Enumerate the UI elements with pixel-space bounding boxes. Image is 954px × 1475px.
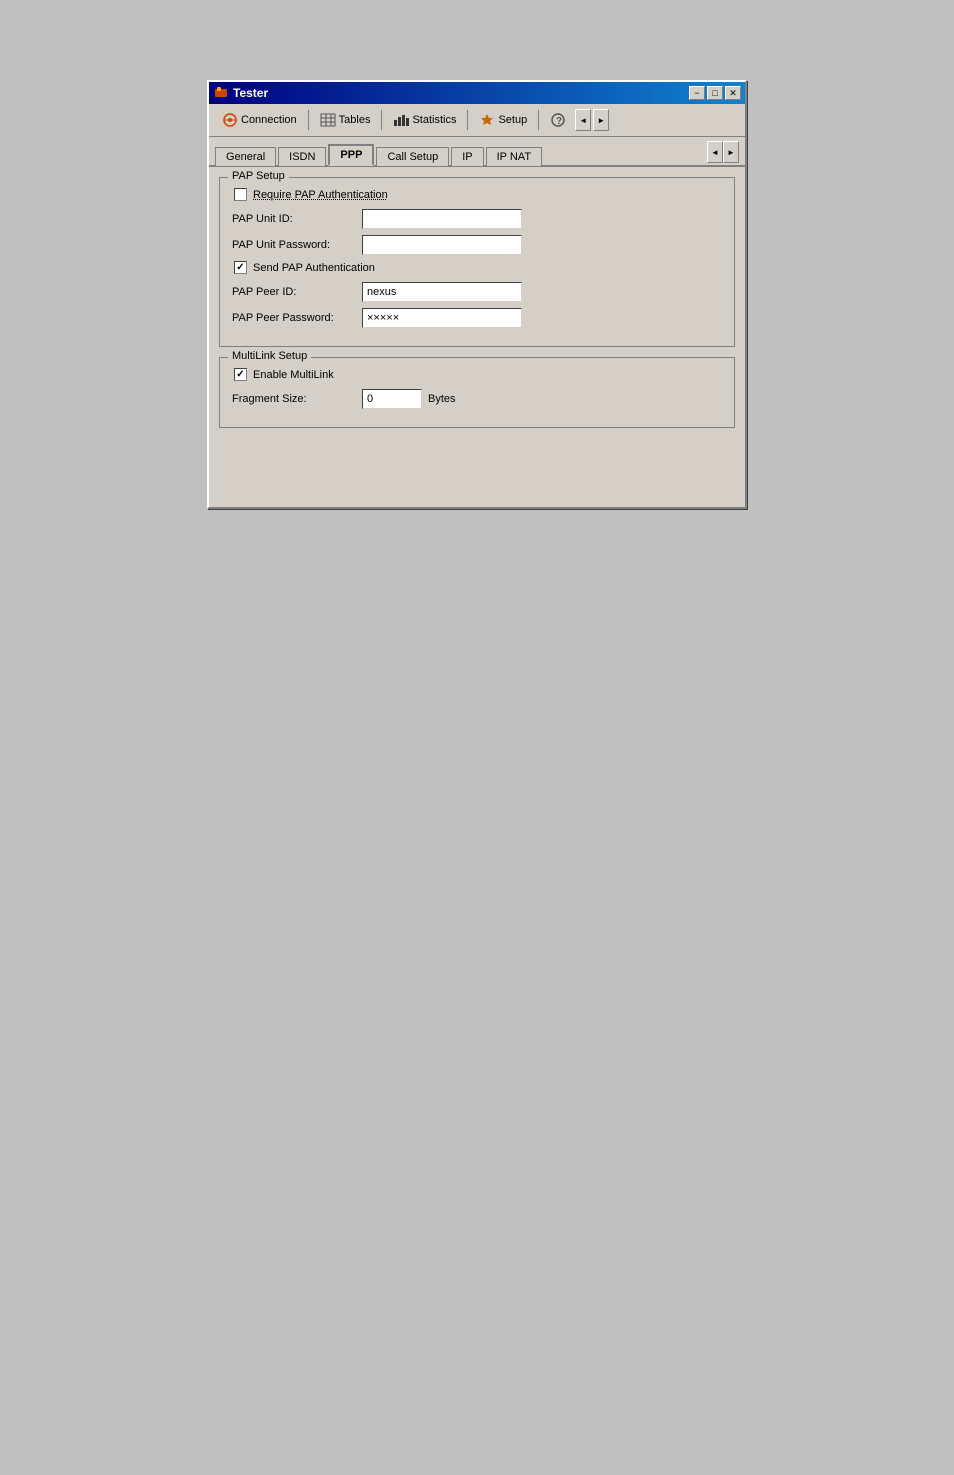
send-pap-label[interactable]: Send PAP Authentication — [253, 262, 375, 274]
toolbar-sep-3 — [467, 110, 468, 130]
setup-icon — [479, 112, 495, 128]
tables-label: Tables — [339, 114, 371, 126]
toolbar-back-button[interactable]: ◄ — [575, 109, 591, 131]
window-title: Tester — [233, 86, 268, 100]
require-pap-row: Require PAP Authentication — [232, 188, 722, 201]
enable-multilink-label[interactable]: Enable MultiLink — [253, 369, 334, 381]
app-icon — [213, 85, 229, 101]
title-bar: Tester − □ ✕ — [209, 82, 745, 104]
send-pap-row: Send PAP Authentication — [232, 261, 722, 274]
tab-general[interactable]: General — [215, 147, 276, 166]
tab-ip-nat[interactable]: IP NAT — [486, 147, 542, 166]
setup-tab-button[interactable]: Setup — [472, 108, 534, 132]
enable-multilink-row: Enable MultiLink — [232, 368, 722, 381]
tab-bar: General ISDN PPP Call Setup IP IP NAT ◄ … — [209, 137, 745, 167]
fragment-size-row: Fragment Size: Bytes — [232, 389, 722, 409]
tab-ip[interactable]: IP — [451, 147, 483, 166]
pap-peer-password-row: PAP Peer Password: — [232, 308, 722, 328]
help-icon: ? — [550, 112, 566, 128]
title-bar-left: Tester — [213, 85, 268, 101]
pap-peer-id-row: PAP Peer ID: — [232, 282, 722, 302]
multilink-setup-title: MultiLink Setup — [228, 350, 311, 362]
pap-peer-id-input[interactable] — [362, 282, 522, 302]
close-button[interactable]: ✕ — [725, 86, 741, 100]
pap-unit-password-label: PAP Unit Password: — [232, 239, 362, 251]
pap-unit-id-label: PAP Unit ID: — [232, 213, 362, 225]
toolbar-forward-button[interactable]: ► — [593, 109, 609, 131]
tab-call-setup[interactable]: Call Setup — [376, 147, 449, 166]
minimize-button[interactable]: − — [689, 86, 705, 100]
svg-text:?: ? — [556, 116, 562, 127]
tab-ppp[interactable]: PPP — [328, 144, 374, 166]
toolbar-sep-1 — [308, 110, 309, 130]
connection-tab-button[interactable]: Connection — [215, 108, 304, 132]
send-pap-checkbox[interactable] — [234, 261, 247, 274]
tab-isdn[interactable]: ISDN — [278, 147, 326, 166]
pap-peer-id-label: PAP Peer ID: — [232, 286, 362, 298]
enable-multilink-checkbox[interactable] — [234, 368, 247, 381]
pap-unit-password-input[interactable] — [362, 235, 522, 255]
fragment-size-input[interactable] — [362, 389, 422, 409]
pap-peer-password-input[interactable] — [362, 308, 522, 328]
require-pap-checkbox[interactable] — [234, 188, 247, 201]
tables-tab-button[interactable]: Tables — [313, 108, 378, 132]
setup-label: Setup — [498, 114, 527, 126]
tables-icon — [320, 112, 336, 128]
multilink-setup-group: MultiLink Setup Enable MultiLink Fragmen… — [219, 357, 735, 428]
fragment-size-label: Fragment Size: — [232, 393, 362, 405]
maximize-button[interactable]: □ — [707, 86, 723, 100]
toolbar-sep-4 — [538, 110, 539, 130]
require-pap-label[interactable]: Require PAP Authentication — [253, 189, 388, 201]
tab-nav: ◄ ► — [707, 141, 739, 163]
help-button[interactable]: ? — [543, 108, 573, 132]
pap-unit-password-row: PAP Unit Password: — [232, 235, 722, 255]
content-area: PAP Setup Require PAP Authentication PAP… — [209, 167, 745, 507]
connection-icon — [222, 112, 238, 128]
bytes-label: Bytes — [428, 393, 456, 405]
pap-setup-title: PAP Setup — [228, 170, 289, 182]
statistics-icon — [393, 112, 409, 128]
title-buttons: − □ ✕ — [689, 86, 741, 100]
statistics-tab-button[interactable]: Statistics — [386, 108, 463, 132]
pap-setup-group: PAP Setup Require PAP Authentication PAP… — [219, 177, 735, 347]
connection-label: Connection — [241, 114, 297, 126]
statistics-label: Statistics — [412, 114, 456, 126]
main-window: Tester − □ ✕ Connection — [207, 80, 747, 509]
tab-back-button[interactable]: ◄ — [707, 141, 723, 163]
pap-unit-id-input[interactable] — [362, 209, 522, 229]
tab-forward-button[interactable]: ► — [723, 141, 739, 163]
pap-peer-password-label: PAP Peer Password: — [232, 312, 362, 324]
toolbar-sep-2 — [381, 110, 382, 130]
pap-unit-id-row: PAP Unit ID: — [232, 209, 722, 229]
toolbar: Connection Tables — [209, 104, 745, 137]
